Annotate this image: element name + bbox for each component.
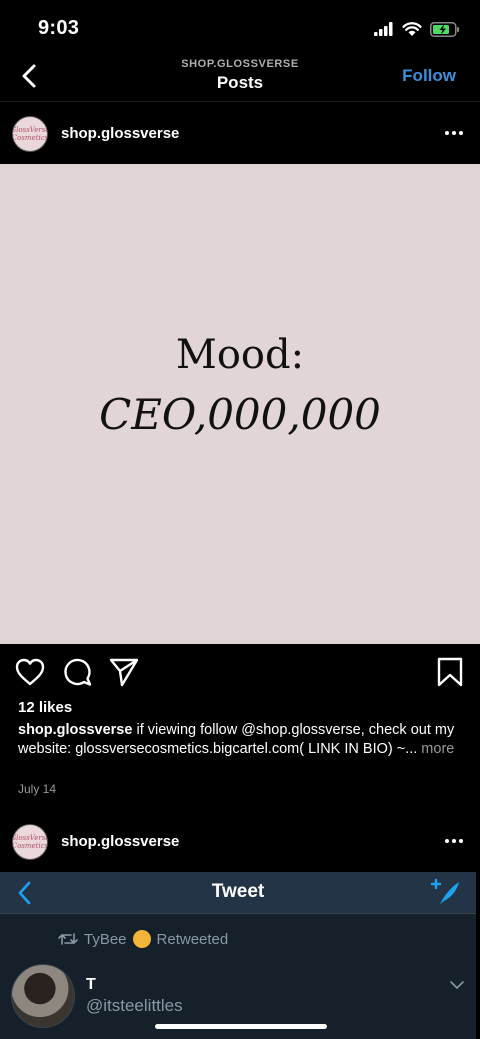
post-username[interactable]: shop.glossverse [61, 833, 179, 850]
tweet-header: Tweet [0, 872, 476, 914]
post-caption: shop.glossverse if viewing follow @shop.… [18, 721, 468, 759]
avatar-logo-text: GlossVerse Cosmetics [12, 126, 48, 142]
comment-icon[interactable] [62, 656, 94, 688]
post-image-tweet-screenshot[interactable]: Tweet TyBee Retweeted T @itsteelittles [0, 872, 476, 1039]
wifi-icon [402, 21, 422, 36]
post-header: GlossVerse Cosmetics shop.glossverse [0, 812, 480, 872]
caption-more-link[interactable]: more [417, 741, 454, 757]
chevron-down-icon [450, 981, 464, 990]
retweet-icon [58, 933, 78, 945]
likes-count[interactable]: 12 likes [18, 699, 72, 716]
follow-button[interactable]: Follow [402, 66, 456, 86]
tweet-author-handle: @itsteelittles [86, 996, 183, 1015]
retweet-line: TyBee Retweeted [58, 930, 228, 948]
avatar[interactable]: GlossVerse Cosmetics [12, 116, 48, 152]
post-actions [0, 656, 480, 690]
compose-tweet-icon [430, 878, 459, 904]
signal-icon [374, 22, 393, 36]
status-time: 9:03 [38, 17, 80, 39]
tweet-author-name: T [86, 976, 96, 993]
tweet-header-title: Tweet [211, 881, 265, 902]
avatar[interactable]: GlossVerse Cosmetics [12, 824, 48, 860]
nav-bar: SHOP.GLOSSVERSE Posts Follow [0, 56, 480, 102]
more-icon[interactable] [444, 834, 464, 848]
status-icons [374, 20, 460, 38]
post-image-text-line1: Mood: [175, 332, 305, 378]
heart-icon[interactable] [14, 656, 46, 688]
cat-emoji-icon [132, 930, 151, 948]
more-icon[interactable] [444, 126, 464, 140]
share-icon[interactable] [108, 656, 140, 688]
retweeted-label: Retweeted [156, 930, 229, 948]
tweet-avatar [11, 964, 75, 1028]
retweeted-by-name: TyBee [84, 930, 127, 948]
avatar-logo-text: GlossVerse Cosmetics [12, 834, 48, 850]
bookmark-icon[interactable] [434, 656, 466, 688]
post-image-text-line2: CEO,000,000 [99, 390, 381, 439]
post-date: July 14 [18, 782, 57, 796]
post-header: GlossVerse Cosmetics shop.glossverse [0, 104, 480, 164]
battery-icon [430, 21, 459, 37]
home-indicator[interactable] [155, 1024, 327, 1029]
caption-username[interactable]: shop.glossverse [18, 722, 132, 738]
status-bar: 9:03 [0, 0, 480, 56]
post-username[interactable]: shop.glossverse [61, 125, 179, 142]
